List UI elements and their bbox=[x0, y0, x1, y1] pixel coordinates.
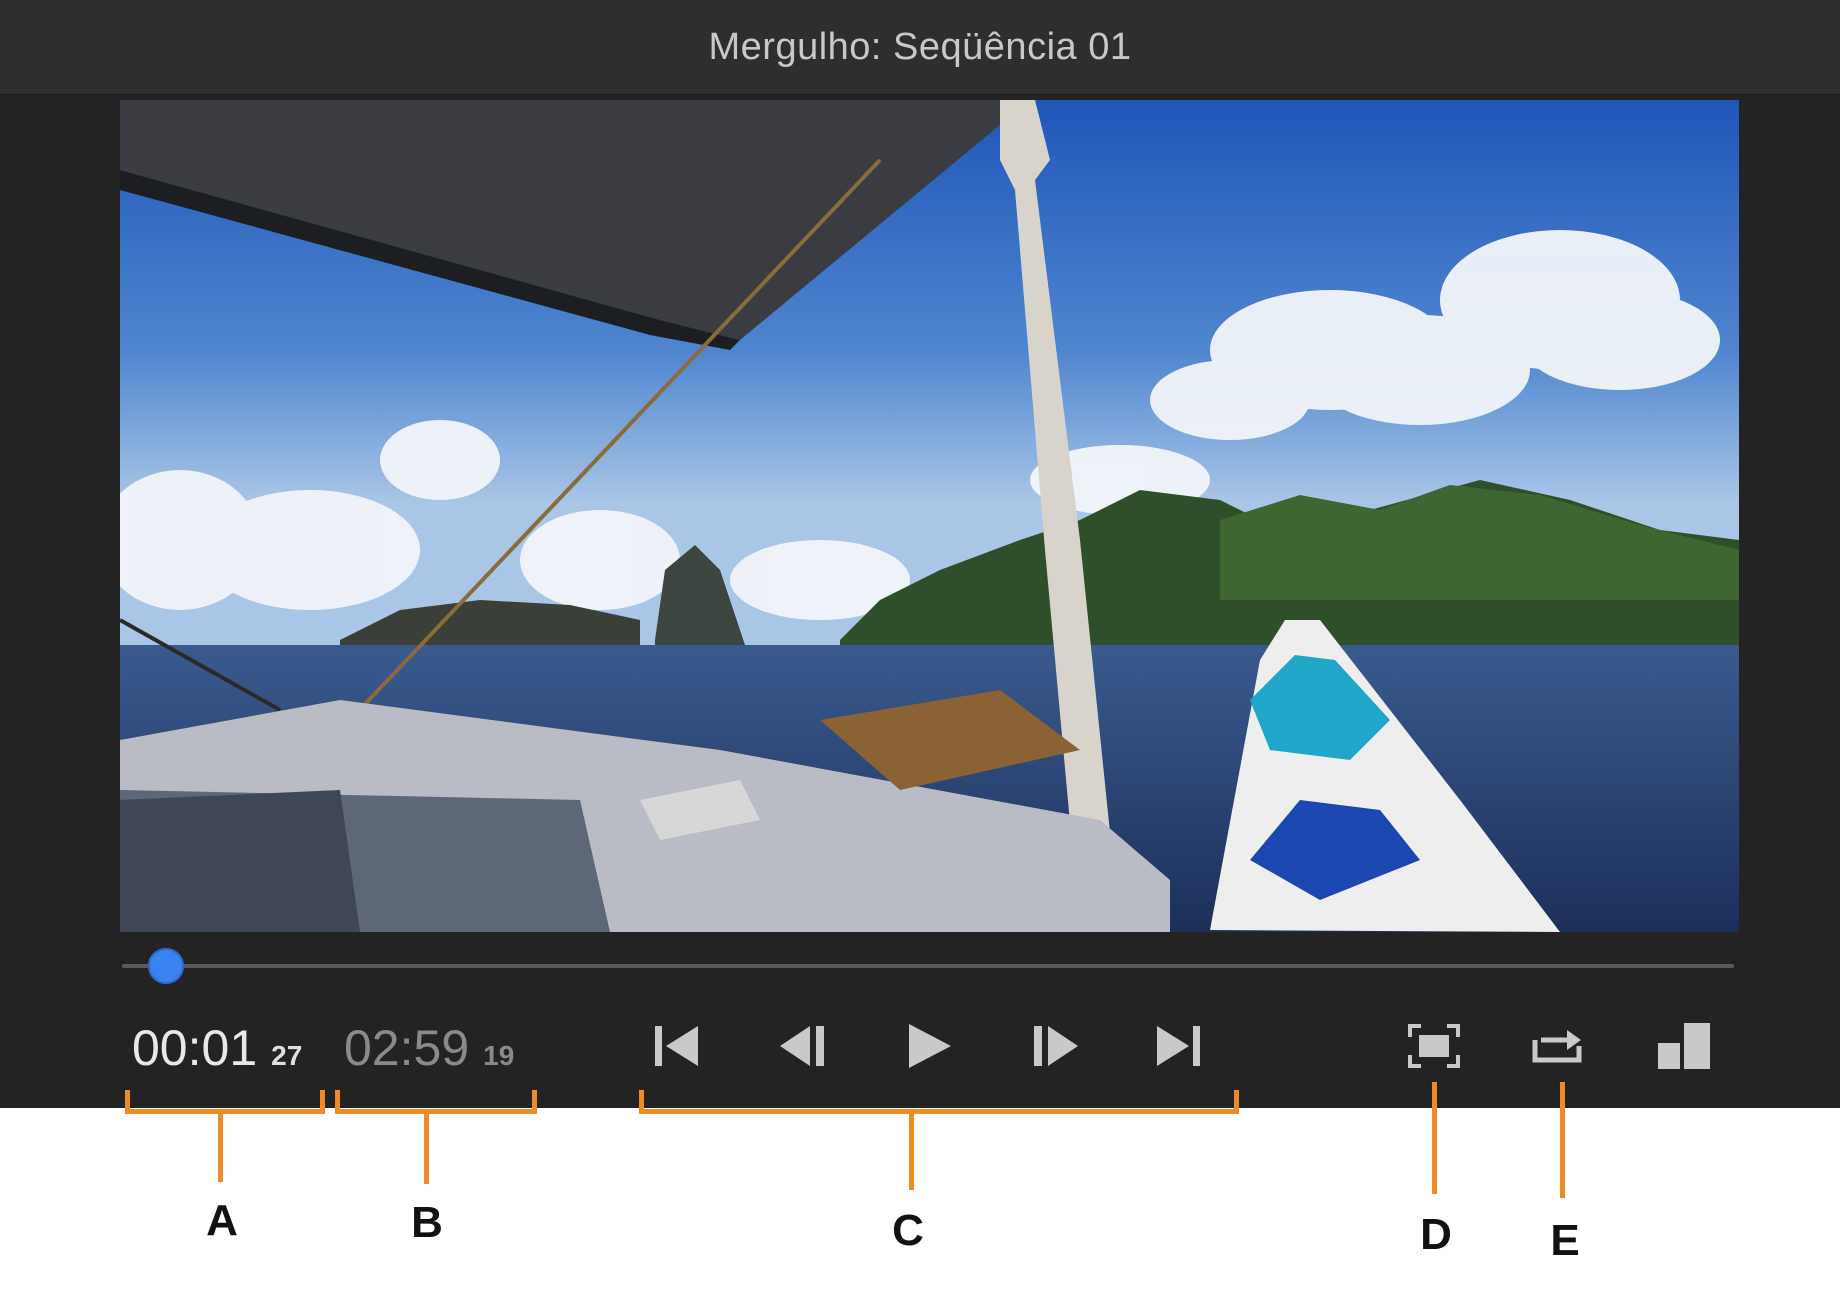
duration-timecode: 02:59 19 bbox=[344, 1020, 514, 1084]
skip-to-start-icon bbox=[655, 1026, 698, 1066]
callout-e-label: E bbox=[1550, 1216, 1580, 1265]
sequence-title: Mergulho: Seqüência 01 bbox=[708, 25, 1132, 68]
loop-icon bbox=[1532, 1030, 1582, 1063]
duration-time: 02:59 bbox=[344, 1020, 470, 1076]
play-button[interactable] bbox=[897, 1016, 961, 1076]
step-forward-frame-icon bbox=[1034, 1026, 1078, 1066]
callout-d-label: D bbox=[1420, 1210, 1452, 1259]
callout-c-bracket bbox=[639, 1090, 1239, 1114]
callout-b-stem bbox=[424, 1112, 429, 1184]
current-time: 00:01 bbox=[132, 1020, 258, 1076]
step-back-frame-icon bbox=[780, 1026, 824, 1066]
program-monitor-panel: Mergulho: Seqüência 01 00:01 27 02:59 19 bbox=[0, 0, 1840, 1108]
video-preview[interactable] bbox=[120, 100, 1739, 932]
fit-frame-icon bbox=[1408, 1024, 1460, 1068]
step-forward-button[interactable] bbox=[1022, 1016, 1086, 1076]
callout-b-label: B bbox=[411, 1198, 443, 1247]
callout-a-bracket bbox=[125, 1090, 325, 1114]
current-frames: 27 bbox=[271, 1040, 303, 1071]
step-back-button[interactable] bbox=[772, 1016, 836, 1076]
go-to-start-button[interactable] bbox=[645, 1016, 709, 1076]
panel-size-button[interactable] bbox=[1652, 1016, 1716, 1076]
callout-d-stem bbox=[1432, 1082, 1437, 1194]
callout-c-label: C bbox=[892, 1206, 924, 1255]
panel-size-icon bbox=[1658, 1023, 1710, 1069]
callout-b-bracket bbox=[335, 1090, 537, 1114]
loop-button[interactable] bbox=[1526, 1016, 1590, 1076]
callout-a-stem bbox=[218, 1112, 223, 1182]
current-timecode[interactable]: 00:01 27 bbox=[132, 1020, 302, 1084]
video-frame-image bbox=[120, 100, 1739, 932]
go-to-end-button[interactable] bbox=[1146, 1016, 1210, 1076]
duration-frames: 19 bbox=[483, 1040, 515, 1071]
callout-c-stem bbox=[909, 1112, 914, 1190]
playback-scrubber[interactable] bbox=[122, 948, 1734, 984]
callout-e-stem bbox=[1560, 1082, 1565, 1198]
callout-a-label: A bbox=[206, 1196, 238, 1245]
title-bar: Mergulho: Seqüência 01 bbox=[0, 0, 1840, 95]
fit-frame-button[interactable] bbox=[1402, 1016, 1466, 1076]
skip-to-end-icon bbox=[1157, 1026, 1200, 1066]
playhead-handle[interactable] bbox=[147, 948, 184, 984]
play-icon bbox=[909, 1024, 951, 1068]
